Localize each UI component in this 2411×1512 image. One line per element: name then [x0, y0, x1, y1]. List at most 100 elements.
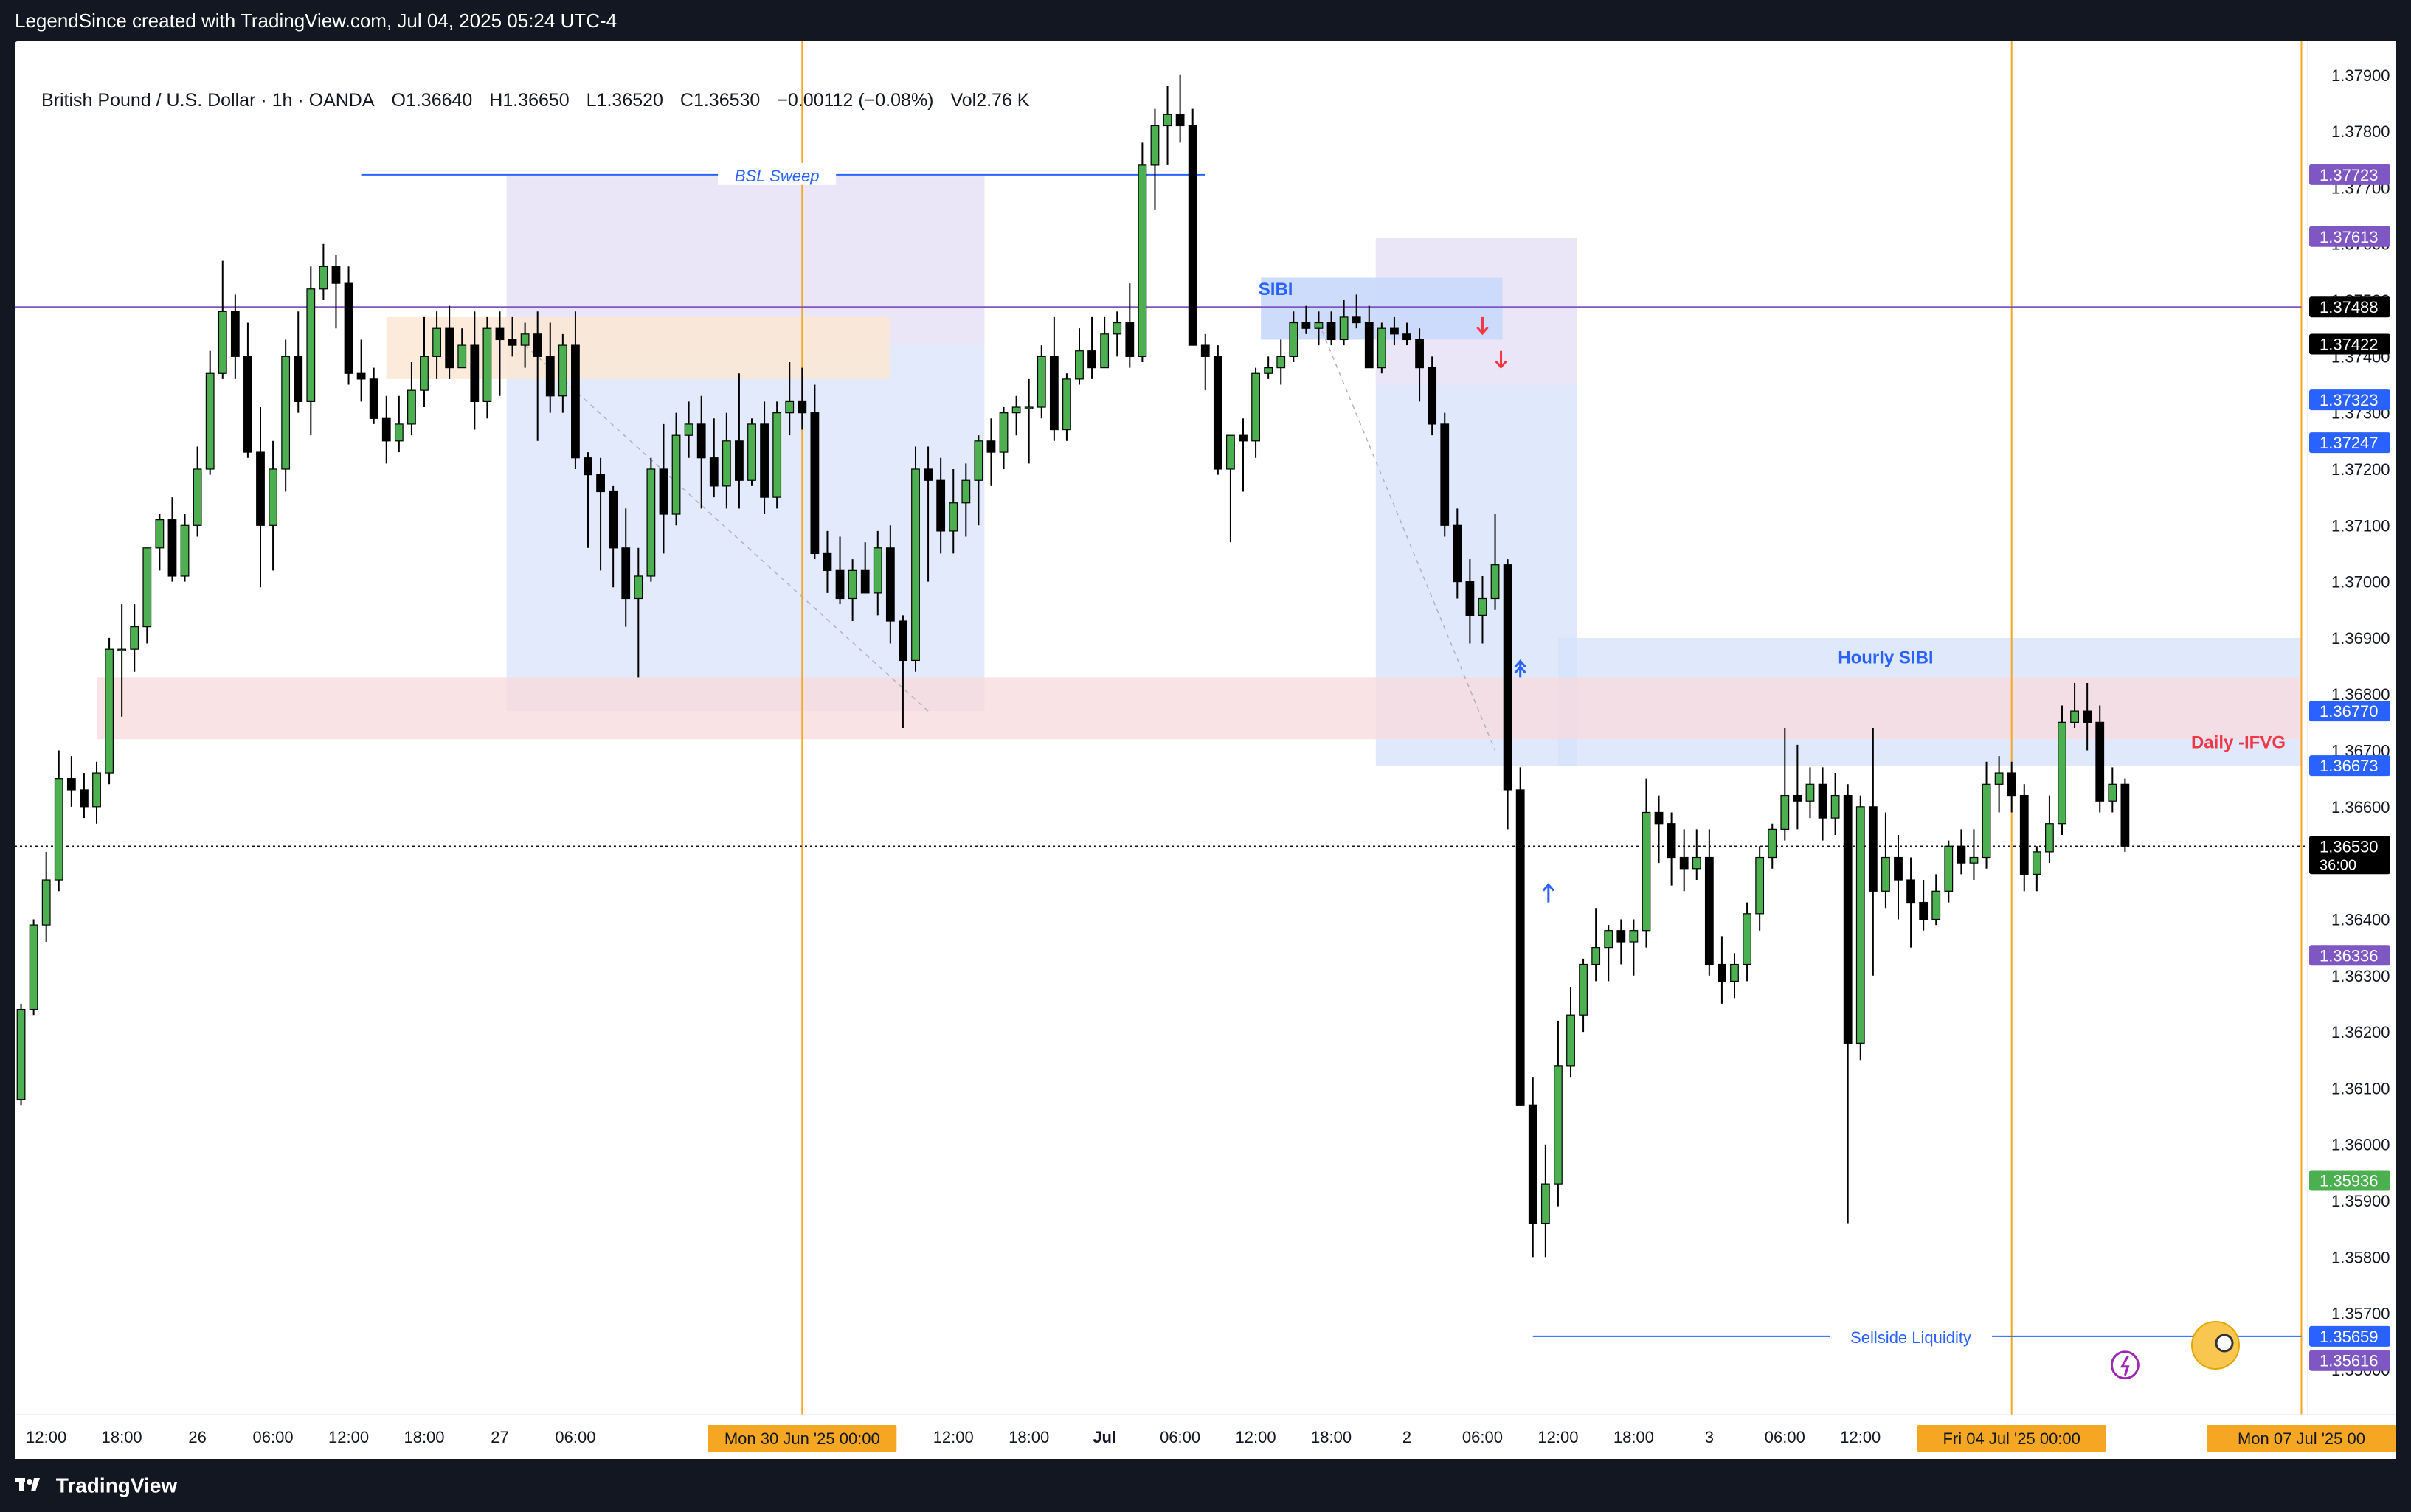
candle-down	[2120, 783, 2130, 847]
candle-up	[1805, 783, 1815, 802]
candle-up	[634, 575, 643, 600]
candle-up	[1692, 856, 1701, 870]
chart-frame[interactable]: BSL Sweep SIBI Hourly SIBI Daily -IFVG Sells…	[15, 41, 2396, 1459]
session-date-label: Mon 07 Jul '25 00	[2238, 1429, 2365, 1448]
footer-bar: TradingView	[0, 1459, 2411, 1511]
price-tag-label: 1.37422	[2320, 336, 2379, 354]
candle-down	[1125, 322, 1135, 357]
price-tick-label: 1.37200	[2331, 460, 2390, 479]
price-tick-label: 1.36600	[2331, 798, 2390, 816]
price-tag-label: 1.35936	[2320, 1172, 2379, 1190]
candle-up	[1830, 794, 1840, 819]
price-tag-label: 1.37488	[2320, 298, 2379, 316]
candle-up	[961, 479, 971, 504]
session-date-label: Mon 30 Jun '25 00:00	[724, 1429, 880, 1448]
price-tick-label: 1.36900	[2331, 629, 2390, 648]
candle-down	[167, 519, 177, 577]
time-tick-label: 18:00	[102, 1428, 142, 1446]
candle-down	[2083, 710, 2092, 723]
candle-up	[1289, 322, 1298, 357]
price-tick-label: 1.36200	[2331, 1023, 2390, 1041]
candle-up	[41, 879, 51, 926]
price-tick-label: 1.37000	[2331, 573, 2390, 592]
candle-down	[1239, 434, 1248, 442]
legend-low: L1.36520	[586, 90, 663, 111]
chart-canvas[interactable]: BSL Sweep SIBI Hourly SIBI Daily -IFVG Sells…	[15, 41, 2396, 1459]
lightning-bolt-icon	[2120, 1355, 2130, 1376]
legend-high: H1.36650	[489, 90, 570, 111]
candle-down	[445, 327, 454, 369]
candle-down	[1654, 811, 1664, 825]
candle-down	[1301, 322, 1311, 329]
candle-up	[558, 344, 567, 397]
candle-up	[130, 626, 139, 650]
candle-down	[356, 372, 366, 380]
candle-down	[936, 479, 946, 532]
candle-up	[142, 547, 152, 628]
bsl-sweep-label: BSL Sweep	[735, 167, 820, 185]
price-tick-label: 1.35700	[2331, 1305, 2390, 1323]
candle-down	[584, 457, 592, 476]
candle-down	[709, 457, 719, 487]
candle-up	[974, 440, 983, 481]
candle-up	[1969, 856, 1979, 864]
candle-up	[1730, 963, 1739, 982]
legend-volume: Vol2.76 K	[950, 90, 1030, 111]
zones-layer	[97, 176, 2302, 766]
legend-change: −0.00112 (−0.08%)	[777, 90, 934, 111]
candle-down	[885, 547, 895, 622]
candle-down	[1843, 794, 1853, 1044]
candle-down	[470, 344, 480, 402]
candle-down	[1528, 1104, 1537, 1224]
daily-ifvg-zone	[97, 677, 2302, 740]
time-tick-label: 3	[1705, 1428, 1714, 1446]
candle-up	[457, 344, 467, 369]
candle-down	[760, 423, 769, 498]
candle-up	[772, 412, 782, 498]
candle-down	[1679, 856, 1689, 870]
price-tick-label: 1.36400	[2331, 910, 2390, 929]
candle-down	[508, 339, 517, 346]
candle-down	[735, 440, 744, 481]
time-tick-label: 2	[1402, 1428, 1411, 1446]
chart-credit-text: LegendSince created with TradingView.com…	[15, 10, 618, 32]
candle-down	[1175, 114, 1185, 127]
legend-open: O1.36640	[391, 90, 473, 111]
candle-up	[684, 423, 693, 436]
time-tick-label: 06:00	[253, 1428, 294, 1446]
candle-down	[294, 356, 303, 402]
candle-down	[369, 378, 378, 419]
candle-down	[1402, 333, 1411, 341]
candle-up	[193, 468, 202, 526]
candle-up	[1743, 913, 1751, 965]
candle-up	[1579, 963, 1588, 1016]
candle-up	[1339, 316, 1349, 341]
candle-down	[899, 620, 907, 662]
candle-up	[1994, 772, 2004, 785]
candle-up	[1540, 1183, 1550, 1224]
candle-down	[835, 569, 845, 600]
candle-down	[1200, 344, 1210, 357]
candle-up	[306, 288, 316, 402]
tradingview-logo-icon	[15, 1460, 44, 1512]
candle-up	[205, 372, 215, 470]
candle-up	[520, 333, 530, 346]
candle-down	[1957, 845, 1966, 864]
candle-up	[1377, 327, 1386, 369]
candle-down	[1465, 580, 1475, 616]
candle-up	[218, 311, 227, 374]
candle-up	[16, 1008, 26, 1100]
candle-down	[533, 333, 542, 357]
time-tick-label: 12:00	[1236, 1428, 1276, 1446]
candle-up	[269, 468, 277, 526]
candle-up	[949, 502, 958, 532]
chart-credit-bar: LegendSince created with TradingView.com…	[0, 0, 2411, 41]
countdown-label: 36:00	[2320, 857, 2356, 873]
candle-up	[1024, 406, 1034, 409]
price-axis-layer: 1.379001.378001.377001.376001.375001.374…	[2307, 41, 2396, 1459]
candle-up	[1780, 794, 1790, 830]
candle-up	[420, 356, 429, 391]
candle-up	[1150, 125, 1160, 166]
candle-up	[1276, 356, 1286, 369]
legend-close: C1.36530	[679, 90, 761, 111]
